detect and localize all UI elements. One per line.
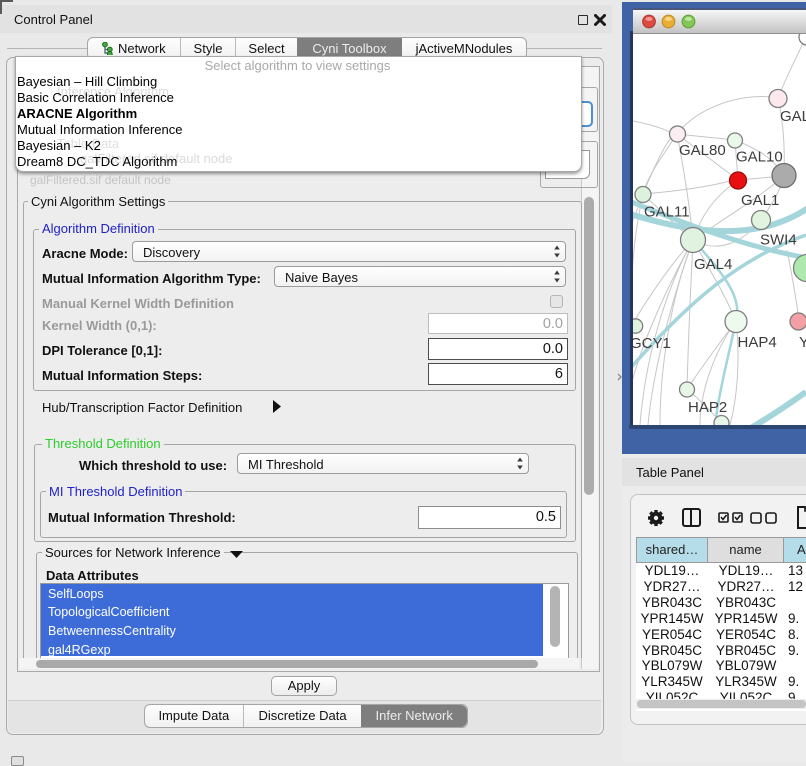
svg-text:GAL10: GAL10	[736, 149, 783, 166]
svg-text:HAP2: HAP2	[688, 399, 727, 416]
svg-text:GAL1: GAL1	[741, 192, 779, 209]
svg-text:GAL4: GAL4	[694, 256, 732, 273]
svg-text:GAL11: GAL11	[644, 204, 690, 221]
svg-text:HAP4: HAP4	[738, 334, 777, 351]
svg-text:SWI4: SWI4	[760, 232, 797, 249]
svg-text:YJ: YJ	[799, 334, 806, 351]
svg-text:GAL7: GAL7	[780, 108, 806, 125]
svg-text:GCY1: GCY1	[633, 335, 671, 352]
svg-text:GAL80: GAL80	[679, 142, 726, 159]
